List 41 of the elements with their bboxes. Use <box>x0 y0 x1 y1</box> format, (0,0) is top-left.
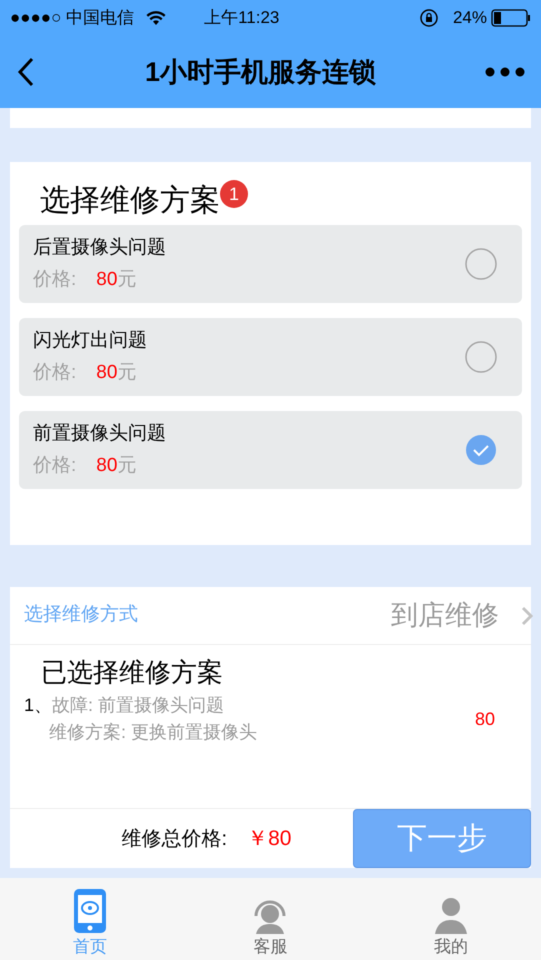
section-title: 选择维修方案 <box>40 183 220 219</box>
method-label: 选择维修方式 <box>24 603 138 628</box>
price-label: 价格: <box>33 268 76 292</box>
radio-icon[interactable] <box>465 341 497 373</box>
section-title: 已选择维修方案 <box>40 656 224 689</box>
plan-name: 闪光灯出问题 <box>33 328 148 352</box>
chevron-right-icon[interactable] <box>521 606 533 626</box>
price-value: 80 <box>96 454 118 478</box>
more-icon[interactable] <box>485 66 525 78</box>
price-value: 80 <box>96 361 118 385</box>
time-text: 上午11:23 <box>204 7 280 30</box>
carrier-text: ●●●●○ 中国电信 <box>10 7 134 30</box>
battery-icon <box>491 9 531 27</box>
price-unit: 元 <box>117 361 136 385</box>
price-unit: 元 <box>117 268 136 292</box>
rotation-lock-icon <box>418 8 439 28</box>
radio-checked-icon[interactable] <box>465 434 497 466</box>
item-index: 1、 <box>23 694 52 717</box>
plan-option[interactable]: 前置摄像头问题 价格: 80元 <box>19 411 522 489</box>
price-label: 价格: <box>33 361 76 385</box>
price-label: 价格: <box>33 454 76 478</box>
page-title: 1小时手机服务连锁 <box>144 56 378 89</box>
fault-text: 故障: 前置摄像头问题 <box>52 694 226 717</box>
method-value[interactable]: 到店维修 <box>391 595 499 636</box>
count-badge: 1 <box>220 180 248 208</box>
radio-icon[interactable] <box>465 248 497 280</box>
tab[interactable]: 客服 <box>225 886 316 960</box>
plan-text: 维修方案: 更换前置摄像头 <box>49 721 258 744</box>
plan-option[interactable]: 闪光灯出问题 价格: 80元 <box>19 318 522 396</box>
plan-option[interactable]: 后置摄像头问题 价格: 80元 <box>19 225 522 303</box>
item-price: 80 <box>474 708 495 730</box>
price-value: 80 <box>96 268 118 292</box>
total-label: 维修总价格: <box>122 826 228 852</box>
back-icon[interactable] <box>16 56 36 88</box>
plan-name: 后置摄像头问题 <box>33 236 167 260</box>
total-price: ￥80 <box>247 826 292 852</box>
tab[interactable]: 我的 <box>406 886 496 960</box>
price-unit: 元 <box>117 454 136 478</box>
battery-text: 24% <box>452 7 487 30</box>
plan-name: 前置摄像头问题 <box>33 422 167 446</box>
wifi-icon <box>146 10 166 26</box>
